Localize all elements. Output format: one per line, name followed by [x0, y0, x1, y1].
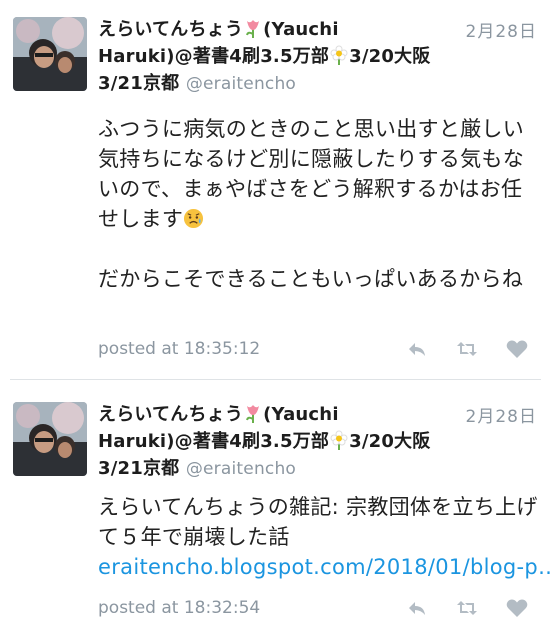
user-handle[interactable]: @eraitencho	[186, 459, 296, 479]
tweet-text: えらいてんちょうの雑記: 宗教団体を立ち上げて５年で崩壊した話 eraitenc…	[98, 492, 551, 582]
user-header[interactable]: えらいてんちょう (Yauchi Haruki)@著書4刷3.5万部 3/20大阪3…	[98, 401, 438, 483]
timestamp: posted at 18:32:54	[98, 598, 261, 618]
timestamp: posted at 18:35:12	[98, 339, 261, 359]
tweet-text: ふつうに病気のときのこと思い出すと厳しい気持ちになるけど別に隠蔽したりする気もな…	[98, 114, 538, 294]
tweet-footer: posted at 18:35:12	[98, 337, 529, 363]
retweet-icon[interactable]	[455, 596, 479, 620]
user-handle[interactable]: @eraitencho	[186, 74, 296, 94]
tweet-text-line: ふつうに病気のときのこと思い出すと厳しい気持ちになるけど別に隠蔽したりする気もな…	[98, 117, 524, 231]
display-name-part1: えらいてんちょう	[98, 404, 244, 425]
tweet-footer: posted at 18:32:54	[98, 596, 529, 622]
tweet[interactable]: えらいてんちょう (Yauchi Haruki)@著書4刷3.5万部 3/20大阪3…	[0, 0, 551, 375]
tweet-text-line: だからこそできることもいっぱいあるからね	[98, 267, 524, 291]
tweet-date[interactable]: 2月28日	[466, 402, 537, 427]
tulip-icon	[244, 403, 262, 423]
tweet-link[interactable]: eraitencho.blogspot.com/2018/01/blog-p…	[98, 555, 551, 579]
tweet-date[interactable]: 2月28日	[466, 17, 537, 42]
sad-sweat-face-icon	[183, 207, 204, 229]
heart-icon[interactable]	[505, 596, 529, 620]
tweet-divider	[10, 379, 541, 380]
daisy-icon	[330, 45, 348, 65]
reply-icon[interactable]	[405, 596, 429, 620]
display-name-part1: えらいてんちょう	[98, 19, 244, 40]
avatar[interactable]	[13, 402, 87, 476]
heart-icon[interactable]	[505, 337, 529, 361]
user-header[interactable]: えらいてんちょう (Yauchi Haruki)@著書4刷3.5万部 3/20大阪3…	[98, 16, 438, 98]
tweet[interactable]: えらいてんちょう (Yauchi Haruki)@著書4刷3.5万部 3/20大阪3…	[0, 385, 551, 640]
retweet-icon[interactable]	[455, 337, 479, 361]
tweet-text-line: えらいてんちょうの雑記: 宗教団体を立ち上げて５年で崩壊した話	[98, 495, 538, 549]
daisy-icon	[330, 430, 348, 450]
avatar[interactable]	[13, 17, 87, 91]
tulip-icon	[244, 18, 262, 38]
reply-icon[interactable]	[405, 337, 429, 361]
